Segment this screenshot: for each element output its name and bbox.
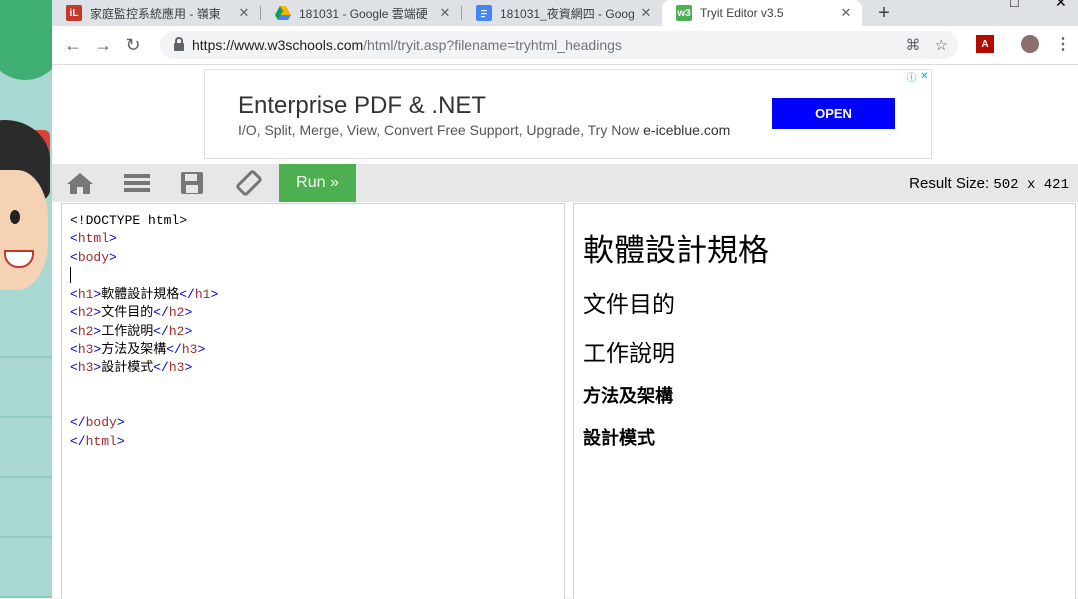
tab-google-docs[interactable]: 181031_夜資網四 - Goog ✕: [462, 0, 662, 26]
code-line[interactable]: [70, 266, 71, 284]
save-icon[interactable]: [171, 164, 213, 202]
adchoices-icon[interactable]: ⓘ: [905, 70, 918, 84]
text-cursor: [70, 266, 71, 283]
back-icon[interactable]: ←: [58, 35, 88, 56]
close-icon[interactable]: ✕: [437, 5, 453, 21]
code-line[interactable]: <h3>方法及架構</h3>: [70, 342, 205, 357]
tab-title: 家庭監控系統應用 - 嶺東: [90, 6, 221, 21]
run-button[interactable]: Run »: [279, 164, 356, 202]
new-tab-button[interactable]: +: [871, 0, 897, 26]
code-editor[interactable]: <!DOCTYPE html> <html> <body> <h1>軟體設計規格…: [61, 203, 565, 599]
close-icon[interactable]: ✕: [236, 5, 252, 21]
home-icon[interactable]: [59, 164, 101, 202]
drive-icon: [275, 5, 291, 21]
close-icon[interactable]: ✕: [838, 5, 854, 21]
result-h1: 軟體設計規格: [583, 233, 769, 269]
ad-subtitle: I/O, Split, Merge, View, Convert Free Su…: [238, 122, 731, 138]
reload-icon[interactable]: ↻: [118, 35, 148, 56]
code-line[interactable]: <h2>工作說明</h2>: [70, 324, 192, 339]
close-window-icon[interactable]: ✕: [1055, 0, 1067, 11]
docs-icon: [476, 5, 492, 21]
menu-icon[interactable]: [116, 164, 158, 202]
menu-dots-icon[interactable]: ⋮: [1054, 35, 1072, 53]
code-line[interactable]: <!DOCTYPE html>: [70, 213, 187, 228]
translate-icon[interactable]: ⌘: [906, 36, 921, 54]
desktop-wallpaper: [0, 0, 52, 598]
tryit-toolbar: Run » Result Size: 502 x 421: [52, 164, 1078, 202]
code-line[interactable]: <h1>軟體設計規格</h1>: [70, 287, 218, 302]
result-h3: 設計模式: [583, 428, 655, 449]
result-h3: 方法及架構: [583, 386, 673, 407]
ad-title[interactable]: Enterprise PDF & .NET: [238, 92, 486, 120]
url-text[interactable]: https://www.w3schools.com/html/tryit.asp…: [192, 37, 622, 53]
result-size: Result Size: 502 x 421: [909, 175, 1069, 193]
code-line[interactable]: <h2>文件目的</h2>: [70, 305, 192, 320]
bookmark-star-icon[interactable]: ☆: [935, 36, 948, 54]
forward-icon[interactable]: →: [88, 35, 118, 56]
browser-window: iL 家庭監控系統應用 - 嶺東 ✕ 181031 - Google 雲端硬 ✕…: [52, 0, 1078, 599]
result-h2: 工作說明: [583, 341, 675, 367]
advertisement[interactable]: Enterprise PDF & .NET I/O, Split, Merge,…: [204, 69, 932, 159]
tab-favicon: iL: [66, 5, 82, 21]
rotate-orientation-icon[interactable]: [228, 164, 270, 202]
ad-close-icon[interactable]: ✕: [918, 70, 931, 83]
code-line[interactable]: </body>: [70, 415, 125, 430]
result-frame: 軟體設計規格 文件目的 工作說明 方法及架構 設計模式: [573, 203, 1076, 599]
tab-tryit-editor[interactable]: w3 Tryit Editor v3.5 ✕: [662, 0, 862, 26]
w3schools-icon: w3: [676, 5, 692, 21]
code-text[interactable]: <!DOCTYPE html> <html> <body> <h1>軟體設計規格…: [62, 204, 564, 451]
maximize-icon[interactable]: □: [1010, 0, 1018, 10]
code-line[interactable]: <h3>設計模式</h3>: [70, 360, 192, 375]
tab-google-drive[interactable]: 181031 - Google 雲端硬 ✕: [261, 0, 461, 26]
tab-title: 181031_夜資網四 - Goog: [500, 6, 635, 21]
code-line[interactable]: </html>: [70, 434, 125, 449]
tab-family-monitoring[interactable]: iL 家庭監控系統應用 - 嶺東 ✕: [52, 0, 260, 26]
result-h2: 文件目的: [583, 292, 675, 318]
code-line[interactable]: <html>: [70, 231, 117, 246]
tab-strip: iL 家庭監控系統應用 - 嶺東 ✕ 181031 - Google 雲端硬 ✕…: [52, 0, 1078, 26]
close-icon[interactable]: ✕: [638, 5, 654, 21]
profile-avatar[interactable]: [1021, 35, 1039, 53]
tab-title: 181031 - Google 雲端硬: [299, 6, 428, 21]
browser-toolbar: ← → ↻ https://www.w3schools.com/html/try…: [52, 26, 1078, 65]
address-bar[interactable]: https://www.w3schools.com/html/tryit.asp…: [160, 31, 958, 59]
code-line[interactable]: <body>: [70, 250, 117, 265]
tab-title: Tryit Editor v3.5: [700, 6, 784, 20]
ad-open-button[interactable]: OPEN: [772, 98, 895, 129]
lock-icon: [174, 37, 184, 51]
acrobat-extension-icon[interactable]: A: [976, 35, 994, 53]
